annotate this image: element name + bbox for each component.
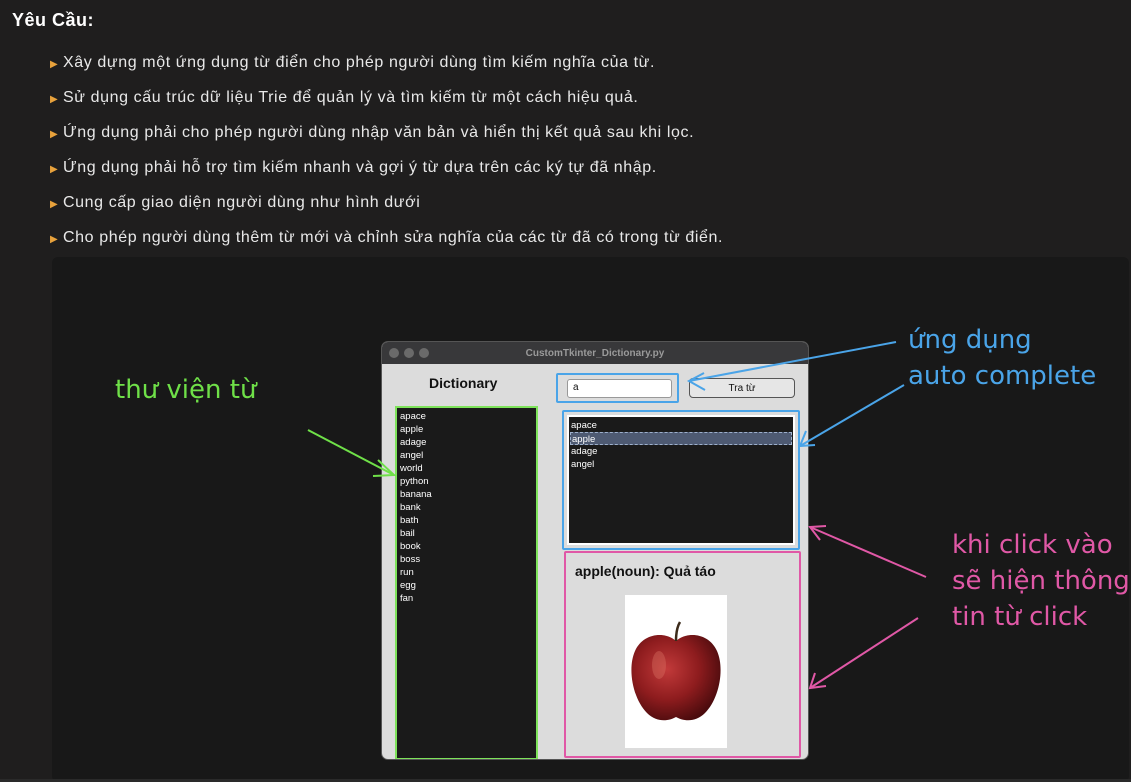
apple-image: [625, 595, 727, 748]
autocomplete-frame: apace apple adage angel: [562, 410, 800, 550]
close-window-icon[interactable]: [389, 348, 399, 358]
word-detail-frame: apple(noun): Quả táo: [564, 551, 801, 758]
requirements-list: ▶ Xây dựng một ứng dụng từ điển cho phép …: [50, 54, 723, 264]
dictionary-label: Dictionary: [429, 375, 498, 391]
window-title: CustomTkinter_Dictionary.py: [525, 347, 665, 359]
search-input[interactable]: a: [567, 379, 672, 398]
library-word[interactable]: egg: [400, 579, 533, 592]
requirement-item: ▶ Sử dụng cấu trúc dữ liệu Trie để quản l…: [50, 89, 639, 106]
library-word[interactable]: boss: [400, 553, 533, 566]
search-frame: a: [556, 373, 679, 403]
bullet-triangle-icon: ▶: [50, 94, 59, 105]
library-word[interactable]: apace: [400, 410, 533, 423]
bullet-triangle-icon: ▶: [50, 234, 59, 245]
maximize-window-icon[interactable]: [419, 348, 429, 358]
bullet-triangle-icon: ▶: [50, 199, 59, 210]
suggestion-item[interactable]: apace: [570, 419, 792, 432]
suggestion-item[interactable]: adage: [570, 445, 792, 458]
library-word[interactable]: banana: [400, 488, 533, 501]
requirement-item: ▶ Cung cấp giao diện người dùng như hình …: [50, 194, 421, 211]
library-word[interactable]: fan: [400, 592, 533, 605]
minimize-window-icon[interactable]: [404, 348, 414, 358]
suggestion-list[interactable]: apace apple adage angel: [567, 415, 795, 545]
library-word[interactable]: python: [400, 475, 533, 488]
library-word[interactable]: run: [400, 566, 533, 579]
library-word[interactable]: apple: [400, 423, 533, 436]
library-word[interactable]: bank: [400, 501, 533, 514]
library-word[interactable]: book: [400, 540, 533, 553]
requirement-item: ▶ Ứng dụng phải hỗ trợ tìm kiếm nhanh và …: [50, 159, 657, 176]
click-info-annotation: khi click vào sẽ hiện thông tin từ click: [952, 530, 1130, 632]
bullet-triangle-icon: ▶: [50, 164, 59, 175]
suggestion-item[interactable]: angel: [570, 458, 792, 471]
bullet-triangle-icon: ▶: [50, 59, 59, 70]
bullet-triangle-icon: ▶: [50, 129, 59, 140]
library-word[interactable]: adage: [400, 436, 533, 449]
library-annotation: thư viện từ: [115, 375, 257, 405]
window-titlebar: CustomTkinter_Dictionary.py: [382, 342, 808, 364]
library-word[interactable]: world: [400, 462, 533, 475]
word-detail-text: apple(noun): Quả táo: [575, 563, 716, 579]
app-window: CustomTkinter_Dictionary.py Dictionary a…: [381, 341, 809, 760]
library-word[interactable]: angel: [400, 449, 533, 462]
autocomplete-annotation: ứng dụng auto complete: [908, 325, 1097, 391]
library-word-list[interactable]: apace apple adage angel world python ban…: [395, 406, 538, 759]
requirement-item: ▶ Ứng dụng phải cho phép người dùng nhập …: [50, 124, 695, 141]
suggestion-item-selected[interactable]: apple: [570, 432, 792, 445]
library-word[interactable]: bail: [400, 527, 533, 540]
library-word[interactable]: bath: [400, 514, 533, 527]
search-button[interactable]: Tra từ: [689, 378, 795, 398]
page-heading: Yêu Cầu:: [12, 10, 95, 30]
requirement-item: ▶ Xây dựng một ứng dụng từ điển cho phép …: [50, 54, 656, 71]
